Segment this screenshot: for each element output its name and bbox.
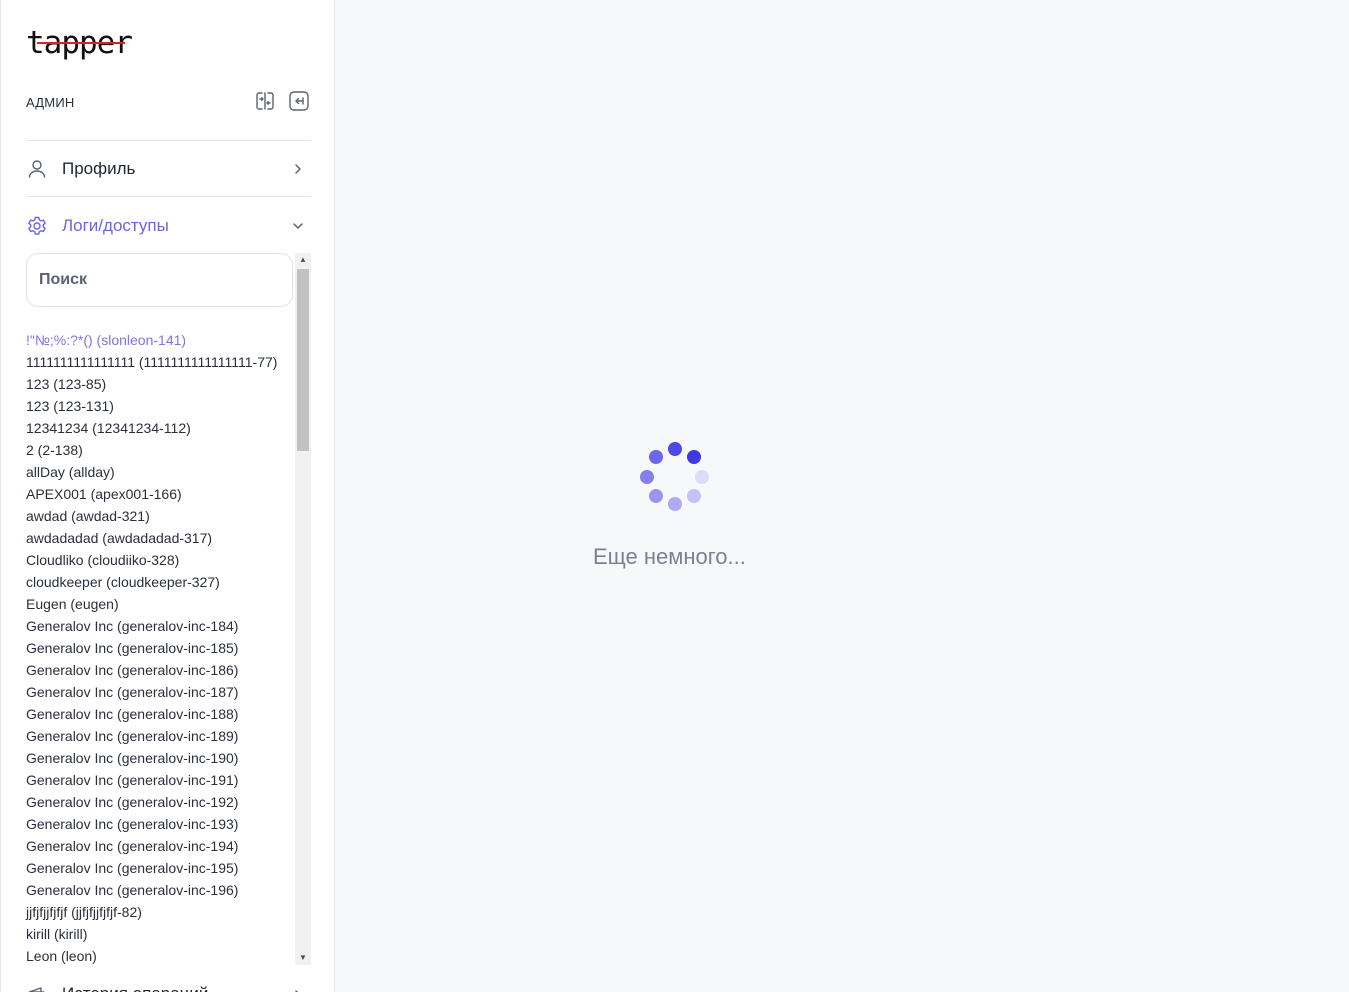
wallet-icon <box>26 984 48 992</box>
account-list-item[interactable]: Eugen (eugen) <box>26 593 294 615</box>
scroll-down-arrow-icon[interactable]: ▼ <box>295 951 311 965</box>
search-field[interactable] <box>26 253 293 307</box>
nav-item-profile[interactable]: Профиль <box>26 154 311 184</box>
account-list-item[interactable]: Cloudliko (cloudiiko-328) <box>26 549 294 571</box>
loading-text: Еще немного... <box>593 544 746 569</box>
nav-label-profile: Профиль <box>62 159 136 178</box>
account-list-item[interactable]: kirill (kirill) <box>26 923 294 945</box>
spinner-dot <box>687 450 701 464</box>
account-list-item[interactable]: 2 (2-138) <box>26 439 294 461</box>
account-list-item[interactable]: awdad (awdad-321) <box>26 505 294 527</box>
spinner-dot <box>687 489 701 503</box>
account-list-item[interactable]: Generalov Inc (generalov-inc-185) <box>26 637 294 659</box>
account-list-item[interactable]: 12341234 (12341234-112) <box>26 417 294 439</box>
account-list-item[interactable]: !"№;%:?*() (slonleon-141) <box>26 329 294 351</box>
search-input[interactable] <box>27 254 292 306</box>
account-list-item[interactable]: Generalov Inc (generalov-inc-188) <box>26 703 294 725</box>
spinner-dot <box>649 450 663 464</box>
chevron-right-icon <box>291 162 305 176</box>
account-list-item[interactable]: APEX001 (apex001-166) <box>26 483 294 505</box>
account-list-item[interactable]: awdadadad (awdadadad-317) <box>26 527 294 549</box>
spinner-dot <box>640 470 654 484</box>
tapper-logo[interactable]: tapper <box>26 26 136 64</box>
spinner-dot <box>668 497 682 511</box>
account-list-item[interactable]: allDay (allday) <box>26 461 294 483</box>
account-list-item[interactable]: jjfjfjjfjfjf (jjfjfjjfjfjf-82) <box>26 901 294 923</box>
logo-strike-line <box>37 42 125 44</box>
scroll-thumb[interactable] <box>297 269 309 451</box>
account-list-scrollbar[interactable]: ▲ ▼ <box>295 253 311 965</box>
account-list-item[interactable]: Generalov Inc (generalov-inc-195) <box>26 857 294 879</box>
nav-item-history[interactable]: История операций <box>26 980 311 992</box>
nav-label-history: История операций <box>62 984 208 992</box>
divider <box>26 196 311 197</box>
account-list-item[interactable]: 1111111111111111 (1111111111111111-77) <box>26 351 294 373</box>
account-list-item[interactable]: Generalov Inc (generalov-inc-186) <box>26 659 294 681</box>
sidebar: tapper АДМИН Профиль Логи/доступы Поиск … <box>0 0 335 992</box>
user-icon <box>26 158 48 180</box>
account-list: !"№;%:?*() (slonleon-141) 111111111111111… <box>26 329 294 967</box>
account-list-item[interactable]: Generalov Inc (generalov-inc-192) <box>26 791 294 813</box>
account-list-item[interactable]: cloudkeeper (cloudkeeper-327) <box>26 571 294 593</box>
account-list-item[interactable]: 123 (123-85) <box>26 373 294 395</box>
account-list-item[interactable]: 123 (123-131) <box>26 395 294 417</box>
gear-icon <box>26 215 48 237</box>
user-name: АДМИН <box>26 95 75 110</box>
nav-label-logs: Логи/доступы <box>62 216 169 235</box>
account-list-item[interactable]: Leon (leon) <box>26 945 294 967</box>
account-list-item[interactable]: Generalov Inc (generalov-inc-184) <box>26 615 294 637</box>
account-list-item[interactable]: Generalov Inc (generalov-inc-196) <box>26 879 294 901</box>
spinner-dot <box>649 489 663 503</box>
account-list-item[interactable]: Generalov Inc (generalov-inc-190) <box>26 747 294 769</box>
switch-account-icon[interactable] <box>254 90 276 112</box>
chevron-down-icon <box>291 219 305 233</box>
spinner-dot <box>668 442 682 456</box>
logout-icon[interactable] <box>288 90 310 112</box>
spinner-dot <box>695 470 709 484</box>
chevron-right-icon <box>291 988 305 992</box>
account-list-item[interactable]: Generalov Inc (generalov-inc-187) <box>26 681 294 703</box>
account-list-item[interactable]: Generalov Inc (generalov-inc-193) <box>26 813 294 835</box>
account-list-item[interactable]: Generalov Inc (generalov-inc-191) <box>26 769 294 791</box>
account-list-item[interactable]: Generalov Inc (generalov-inc-189) <box>26 725 294 747</box>
divider <box>26 140 311 141</box>
scroll-up-arrow-icon[interactable]: ▲ <box>295 253 311 267</box>
account-list-item[interactable]: Generalov Inc (generalov-inc-194) <box>26 835 294 857</box>
nav-item-logs[interactable]: Логи/доступы <box>26 211 311 241</box>
loading-spinner <box>638 440 712 514</box>
user-row: АДМИН <box>26 90 311 114</box>
